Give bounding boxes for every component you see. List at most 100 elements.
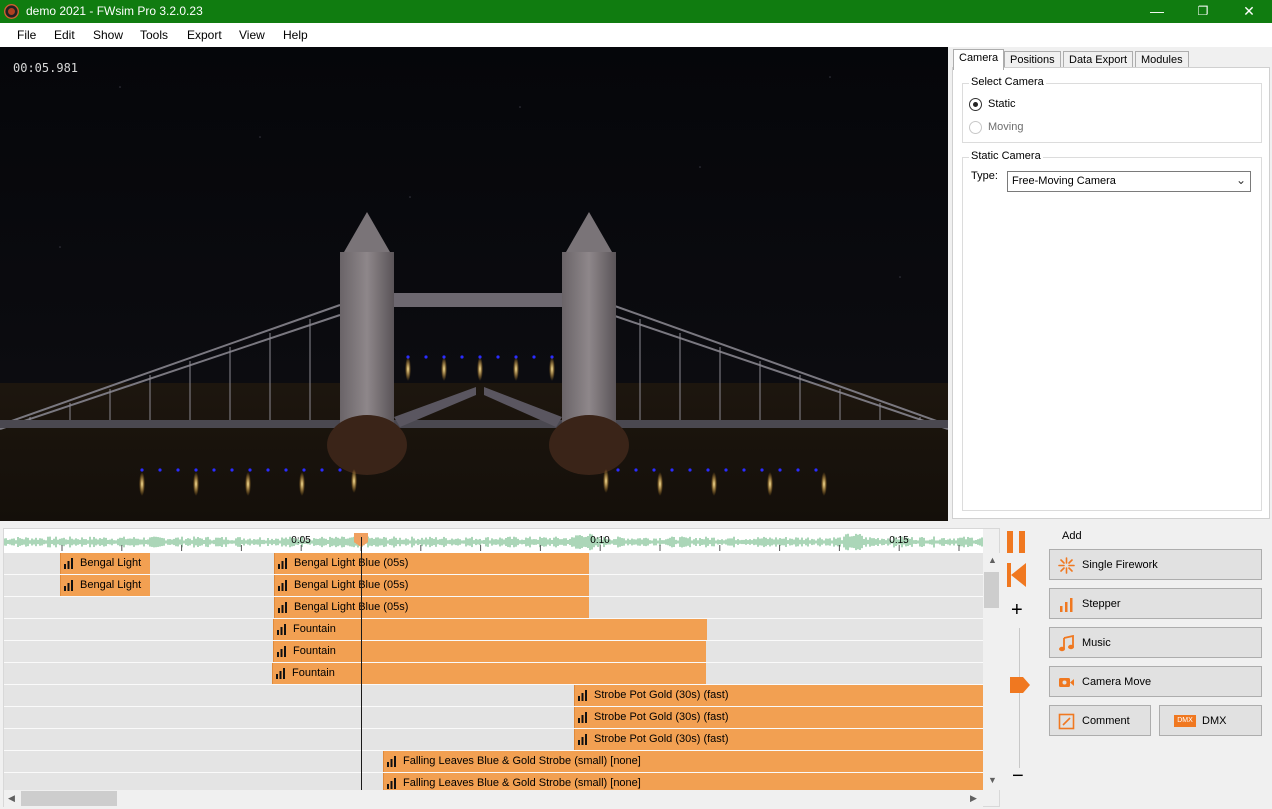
close-button[interactable]: ✕ — [1226, 0, 1272, 23]
minimize-button[interactable]: — — [1134, 0, 1180, 23]
single-firework-label: Single Firework — [1082, 559, 1158, 571]
stepper-label: Stepper — [1082, 598, 1121, 610]
tab-camera[interactable]: Camera — [953, 49, 1005, 70]
zoom-slider-thumb[interactable] — [1009, 676, 1031, 694]
3d-viewport[interactable]: 00:05.981 — [0, 47, 948, 521]
clip-label: Fountain — [293, 623, 336, 635]
clip[interactable]: Fountain — [273, 619, 707, 640]
menu-help[interactable]: Help — [283, 28, 308, 42]
single-firework-button[interactable]: Single Firework — [1049, 549, 1262, 580]
timeline[interactable]: 0:05 0:10 0:15 Bengal Light Bengal Light… — [3, 528, 1000, 807]
chevron-down-icon: ⌄ — [1235, 173, 1246, 187]
track-area[interactable]: Bengal Light Bengal Light Blue (05s) Ben… — [4, 553, 983, 790]
clip[interactable]: Fountain — [273, 641, 706, 662]
clip-label: Bengal Light — [80, 579, 142, 591]
clip-label: Strobe Pot Gold (30s) (fast) — [594, 711, 729, 723]
vertical-scrollbar[interactable]: ▲ ▼ — [983, 553, 1000, 790]
select-camera-group: Select Camera Static Moving — [962, 76, 1262, 143]
menu-show[interactable]: Show — [93, 28, 123, 42]
playhead-line[interactable] — [361, 537, 362, 790]
maximize-button[interactable]: ❐ — [1180, 0, 1226, 23]
zoom-in-button[interactable]: + — [1011, 600, 1023, 620]
scroll-left-icon[interactable]: ◀ — [8, 793, 15, 804]
static-camera-title: Static Camera — [969, 150, 1043, 162]
ruler-label-10s: 0:10 — [590, 535, 610, 546]
zoom-slider-track[interactable] — [1019, 628, 1020, 768]
clip-label: Strobe Pot Gold (30s) (fast) — [594, 733, 729, 745]
timeline-ruler[interactable]: 0:05 0:10 0:15 — [4, 529, 983, 553]
stepper-icon — [278, 602, 287, 613]
stepper-icon — [278, 580, 287, 591]
camera-move-label: Camera Move — [1082, 676, 1152, 688]
stepper-icon — [1060, 598, 1073, 612]
clip[interactable]: Strobe Pot Gold (30s) (fast) — [574, 707, 983, 728]
comment-icon — [1058, 713, 1075, 730]
stepper-icon — [387, 756, 396, 767]
stepper-button[interactable]: Stepper — [1049, 588, 1262, 619]
playback-controls: + − — [1000, 528, 1042, 807]
clip[interactable]: Falling Leaves Blue & Gold Strobe (small… — [383, 773, 983, 790]
radio-moving-indicator[interactable] — [969, 121, 982, 134]
ruler-label-5s: 0:05 — [291, 535, 311, 546]
stepper-icon — [578, 734, 587, 745]
radio-static-indicator[interactable] — [969, 98, 982, 111]
stepper-icon — [276, 668, 285, 679]
stepper-icon — [64, 580, 73, 591]
dmx-icon: DMX — [1174, 715, 1196, 727]
horizontal-scrollbar[interactable]: ◀ ▶ — [4, 790, 983, 807]
clip-label: Bengal Light Blue (05s) — [294, 557, 409, 569]
video-camera-icon — [1059, 678, 1074, 687]
stepper-icon — [277, 646, 286, 657]
clip[interactable]: Falling Leaves Blue & Gold Strobe (small… — [383, 751, 983, 772]
rewind-to-start-icon[interactable] — [1006, 562, 1028, 588]
clip[interactable]: Bengal Light Blue (05s) — [274, 597, 589, 618]
clip[interactable]: Fountain — [272, 663, 706, 684]
stepper-icon — [578, 690, 587, 701]
ruler-label-15s: 0:15 — [889, 535, 909, 546]
camera-type-value: Free-Moving Camera — [1012, 175, 1116, 187]
clip-label: Fountain — [293, 645, 336, 657]
comment-button[interactable]: Comment — [1049, 705, 1151, 736]
scroll-up-icon[interactable]: ▲ — [988, 555, 997, 565]
select-camera-title: Select Camera — [969, 76, 1046, 88]
clip-label: Bengal Light Blue (05s) — [294, 601, 409, 613]
menu-export[interactable]: Export — [187, 28, 222, 42]
clip-label: Fountain — [292, 667, 335, 679]
clip[interactable]: Bengal Light — [60, 575, 150, 596]
scroll-right-icon[interactable]: ▶ — [970, 793, 977, 804]
vertical-scroll-thumb[interactable] — [984, 572, 999, 608]
menu-edit[interactable]: Edit — [54, 28, 75, 42]
app-icon[interactable] — [4, 4, 19, 19]
clip[interactable]: Bengal Light Blue (05s) — [274, 553, 589, 574]
add-panel: Add Single Firework Stepper Music Camera… — [1042, 528, 1272, 807]
tower-bridge-scene — [0, 47, 948, 521]
clip-label: Strobe Pot Gold (30s) (fast) — [594, 689, 729, 701]
camera-type-select[interactable]: Free-Moving Camera ⌄ — [1007, 171, 1251, 192]
zoom-out-button[interactable]: − — [1012, 766, 1024, 786]
horizontal-scroll-thumb[interactable] — [21, 791, 117, 806]
clip[interactable]: Bengal Light Blue (05s) — [274, 575, 589, 596]
radio-static-label: Static — [988, 98, 1016, 110]
camera-move-button[interactable]: Camera Move — [1049, 666, 1262, 697]
stepper-icon — [277, 624, 286, 635]
menu-bar: File Edit Show Tools Export View Help — [0, 23, 1272, 47]
dmx-label: DMX — [1202, 715, 1227, 727]
clip[interactable]: Strobe Pot Gold (30s) (fast) — [574, 729, 983, 750]
firework-burst-icon — [1058, 557, 1075, 574]
clip[interactable]: Bengal Light — [60, 553, 150, 574]
menu-tools[interactable]: Tools — [140, 28, 168, 42]
clip[interactable]: Strobe Pot Gold (30s) (fast) — [574, 685, 983, 706]
timecode: 00:05.981 — [13, 61, 79, 75]
menu-file[interactable]: File — [17, 28, 36, 42]
pause-icon[interactable] — [1006, 530, 1028, 554]
scroll-down-icon[interactable]: ▼ — [988, 775, 997, 785]
clip-label: Falling Leaves Blue & Gold Strobe (small… — [403, 777, 641, 789]
menu-view[interactable]: View — [239, 28, 265, 42]
radio-moving-label: Moving — [988, 121, 1024, 133]
music-button[interactable]: Music — [1049, 627, 1262, 658]
stepper-icon — [278, 558, 287, 569]
music-note-icon — [1059, 635, 1074, 652]
clip-label: Bengal Light — [80, 557, 142, 569]
dmx-button[interactable]: DMX DMX — [1159, 705, 1262, 736]
camera-type-label: Type: — [971, 170, 998, 182]
